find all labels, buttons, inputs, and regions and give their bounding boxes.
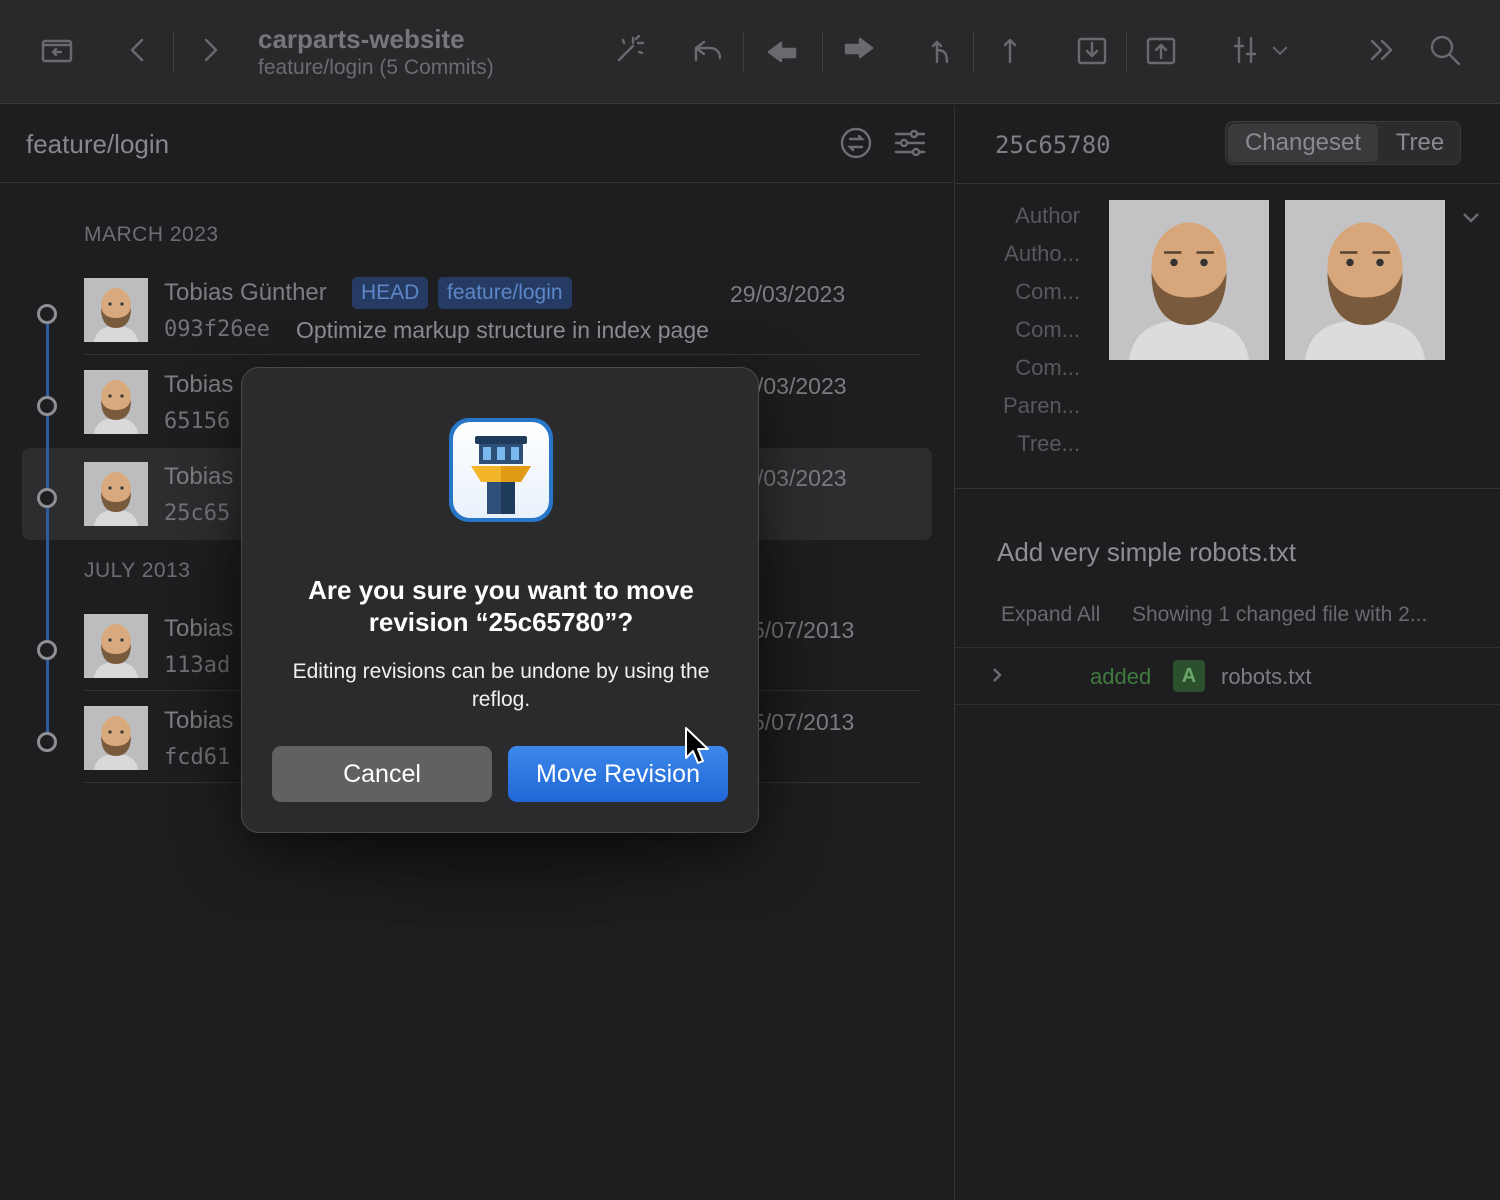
meta-label-author: Author [1015, 203, 1080, 228]
dialog-title: Are you sure you want to move revision “… [308, 575, 694, 637]
toolbar-separator [743, 32, 744, 72]
cancel-button[interactable]: Cancel [272, 746, 492, 802]
graph-node [37, 640, 57, 660]
repo-title: carparts-website [258, 24, 465, 54]
meta-label-tree: Tree... [1017, 431, 1080, 456]
forward-icon[interactable] [190, 30, 230, 70]
sync-icon[interactable] [838, 125, 874, 161]
commit-date: /03/2023 [757, 373, 847, 399]
repo-subtitle: feature/login (5 Commits) [258, 56, 494, 79]
mouse-cursor-icon [685, 727, 709, 764]
pull-icon[interactable] [1141, 30, 1181, 70]
magic-wand-icon[interactable] [609, 30, 649, 70]
avatar [84, 370, 148, 434]
row-divider [84, 354, 920, 355]
search-icon[interactable] [1425, 30, 1465, 70]
meta-divider [955, 488, 1500, 489]
graph-node [37, 488, 57, 508]
tab-tree[interactable]: Tree [1380, 124, 1460, 162]
chevron-down-icon[interactable] [1459, 205, 1483, 229]
toolbar-separator [1126, 32, 1127, 72]
redo-icon[interactable] [838, 30, 878, 70]
graph-node [37, 732, 57, 752]
chevron-right-icon[interactable] [987, 665, 1007, 685]
author-avatar [1109, 200, 1269, 360]
commit-hash-title: 25c65780 [995, 131, 1111, 159]
rewind-icon[interactable] [763, 30, 803, 70]
merge-icon[interactable] [921, 30, 961, 70]
file-status: added [1090, 664, 1152, 689]
sidebar-icon[interactable] [37, 30, 77, 70]
toolbar-separator [822, 32, 823, 72]
graph-node [37, 304, 57, 324]
meta-label-commit-date: Com... [1015, 317, 1080, 342]
month-header: JULY 2013 [84, 559, 191, 582]
expand-all-button[interactable]: Expand All [1001, 603, 1100, 627]
back-icon[interactable] [118, 30, 158, 70]
settings-sliders-icon[interactable] [892, 125, 928, 161]
tower-app-icon [449, 418, 553, 522]
chevron-down-icon[interactable] [1266, 30, 1294, 70]
toolbar-separator [173, 32, 174, 72]
file-list-divider [955, 647, 1500, 648]
history-header: feature/login [0, 105, 953, 183]
file-added-badge: A [1173, 660, 1205, 692]
commit-subject: Add very simple robots.txt [997, 537, 1297, 567]
confirm-move-dialog: Are you sure you want to move revision “… [241, 367, 759, 833]
avatar [84, 462, 148, 526]
dialog-message: Editing revisions can be undone by using… [292, 660, 710, 711]
toolbar-separator [973, 32, 974, 72]
month-header: MARCH 2023 [84, 223, 219, 246]
avatar [84, 278, 148, 342]
fetch-icon[interactable] [1072, 30, 1112, 70]
commit-message: Optimize markup structure in index page [296, 317, 709, 343]
head-badge: HEAD [352, 277, 429, 309]
meta-label-parents: Paren... [1002, 393, 1080, 418]
tab-changeset[interactable]: Changeset [1228, 124, 1378, 162]
file-list-divider [955, 704, 1500, 705]
commit-hash: 093f26ee [164, 317, 270, 342]
branch-badge: feature/login [438, 277, 572, 309]
commit-detail-pane: 25c65780 Changeset Tree Author Autho... … [954, 105, 1500, 1200]
pane-divider [955, 183, 1500, 184]
branch-name: feature/login [26, 129, 170, 159]
commit-author: Tobias [164, 371, 234, 398]
meta-label-committer: Com... [1015, 279, 1080, 304]
undo-icon[interactable] [688, 30, 728, 70]
commit-date: 29/03/2023 [730, 281, 846, 307]
graph-node [37, 396, 57, 416]
commit-author: Tobias Günther [164, 279, 327, 306]
committer-avatar [1285, 200, 1445, 360]
meta-label-commit-hash: Com... [1015, 355, 1080, 380]
branch-graph-line [46, 315, 49, 735]
meta-label-author-date: Autho... [1004, 241, 1080, 266]
view-segmented-control: Changeset Tree [1225, 121, 1461, 165]
file-name[interactable]: robots.txt [1221, 664, 1311, 690]
filter-icon[interactable] [1225, 30, 1265, 70]
avatar [84, 706, 148, 770]
more-icon[interactable] [1362, 30, 1402, 70]
toolbar: carparts-website feature/login (5 Commit… [0, 0, 1500, 104]
changed-files-summary: Showing 1 changed file with 2... [1132, 603, 1428, 626]
push-icon[interactable] [990, 30, 1030, 70]
avatar [84, 614, 148, 678]
